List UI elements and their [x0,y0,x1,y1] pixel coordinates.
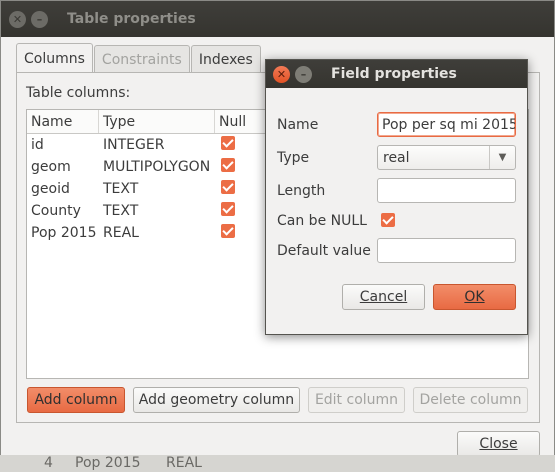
minimize-icon[interactable]: – [295,65,312,83]
chevron-down-icon[interactable]: ▼ [489,146,515,169]
tab-bar: Columns Constraints Indexes [16,43,262,73]
delete-column-button: Delete column [413,387,528,413]
tab-columns[interactable]: Columns [16,43,93,73]
name-label: Name [277,117,319,133]
type-select[interactable]: real ▼ [377,145,516,170]
default-value-label: Default value [277,243,371,259]
default-value-field[interactable] [377,238,516,263]
ok-label: OK [464,289,485,305]
cancel-label: Cancel [359,289,408,305]
close-button[interactable]: Close [457,431,540,457]
row-type: TEXT [103,203,139,219]
add-geometry-column-button[interactable]: Add geometry column [133,387,300,413]
background-cell: 4 [44,455,53,471]
dialog-title: Field properties [331,66,457,82]
dialog-titlebar: ✕ – Field properties [266,60,527,88]
length-label: Length [277,183,326,199]
null-checkbox[interactable] [221,202,235,216]
header-type[interactable]: Type [99,110,215,133]
type-label: Type [277,150,310,166]
null-checkbox[interactable] [221,136,235,150]
edit-column-button: Edit column [308,387,405,413]
close-icon[interactable]: ✕ [273,65,290,83]
row-type: TEXT [103,181,139,197]
row-name: geom [31,159,71,175]
close-label: Close [479,436,518,452]
row-type: INTEGER [103,137,165,153]
null-checkbox[interactable] [221,180,235,194]
name-field[interactable]: Pop per sq mi 2015 [377,112,516,137]
row-name: Pop 2015 [31,225,97,241]
add-column-button[interactable]: Add column [27,387,125,413]
close-icon[interactable]: ✕ [9,10,26,28]
background-cell: Pop 2015 [75,455,141,471]
ok-button[interactable]: OK [433,284,516,310]
can-be-null-checkbox[interactable] [381,213,395,227]
tab-indexes[interactable]: Indexes [190,45,261,73]
tab-constraints: Constraints [93,45,190,73]
background-table-row: 4 Pop 2015 REAL [0,455,555,472]
table-columns-label: Table columns: [26,85,131,101]
header-name[interactable]: Name [27,110,99,133]
background-cell: REAL [166,455,202,471]
cancel-button[interactable]: Cancel [342,284,425,310]
null-checkbox[interactable] [221,158,235,172]
row-name: id [31,137,44,153]
minimize-icon[interactable]: – [31,10,48,28]
length-field[interactable] [377,178,516,203]
row-type: MULTIPOLYGON [103,159,211,175]
row-type: REAL [103,225,139,241]
type-value: real [383,149,410,166]
main-titlebar: ✕ – Table properties [1,1,554,37]
row-name: County [31,203,81,219]
field-properties-dialog: ✕ – Field properties Name Pop per sq mi … [265,59,528,335]
can-be-null-label: Can be NULL [277,213,367,229]
row-name: geoid [31,181,70,197]
null-checkbox[interactable] [221,224,235,238]
window-title: Table properties [67,11,196,27]
